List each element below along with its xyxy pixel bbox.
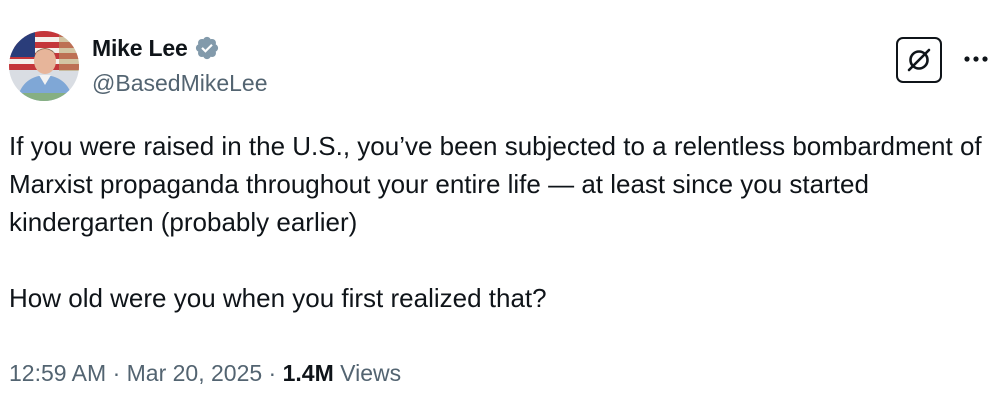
- avatar[interactable]: [9, 31, 79, 101]
- tweet-date[interactable]: Mar 20, 2025: [127, 360, 263, 386]
- more-options-button[interactable]: [958, 44, 994, 74]
- grok-icon: [904, 45, 934, 75]
- meta-separator: ·: [262, 360, 283, 386]
- tweet-time[interactable]: 12:59 AM: [9, 360, 106, 386]
- tweet-text: If you were raised in the U.S., you’ve b…: [9, 127, 984, 317]
- author-display-name[interactable]: Mike Lee: [92, 35, 188, 62]
- verified-badge-icon: [194, 35, 220, 61]
- views-label: Views: [340, 360, 402, 386]
- grok-button[interactable]: [896, 37, 942, 83]
- more-icon: [963, 55, 989, 63]
- tweet-card: Mike Lee @BasedMikeLee If you were raise…: [0, 0, 1000, 418]
- author-name-row: Mike Lee: [92, 33, 220, 63]
- avatar-image: [9, 31, 79, 101]
- meta-separator: ·: [106, 360, 127, 386]
- tweet-paragraph: How old were you when you first realized…: [9, 283, 547, 313]
- tweet-meta: 12:59 AM · Mar 20, 2025 · 1.4M Views: [9, 360, 401, 387]
- author-handle[interactable]: @BasedMikeLee: [92, 70, 268, 97]
- views-count: 1.4M: [282, 360, 334, 386]
- tweet-paragraph: If you were raised in the U.S., you’ve b…: [9, 131, 982, 237]
